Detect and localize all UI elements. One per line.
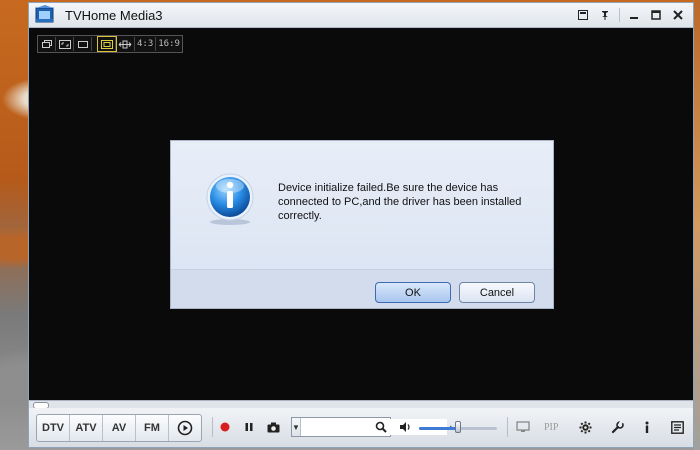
- fm-button[interactable]: FM: [136, 415, 169, 441]
- app-window: TVHome Media3 4:3 16:9 Device initialize…: [28, 2, 694, 448]
- source-selector: DTV ATV AV FM: [36, 414, 202, 442]
- desktop-edge: [694, 0, 700, 450]
- aspect-16-9-button[interactable]: 16:9: [156, 37, 182, 51]
- title-separator: [619, 8, 620, 22]
- minimize-icon[interactable]: [623, 6, 645, 24]
- tools-button[interactable]: [609, 419, 625, 435]
- aspect-4-3-button[interactable]: 4:3: [135, 37, 157, 51]
- maximize-icon[interactable]: [645, 6, 667, 24]
- search-button[interactable]: [373, 419, 389, 435]
- display-button[interactable]: [515, 419, 531, 435]
- info-small-icon: [645, 421, 649, 433]
- record-icon: [220, 422, 230, 432]
- dialog-message: Device initialize failed.Be sure the dev…: [278, 182, 522, 222]
- aspect-toolbar: 4:3 16:9: [37, 35, 183, 53]
- volume-thumb[interactable]: [455, 421, 461, 433]
- volume-button[interactable]: [397, 419, 413, 435]
- play-icon: [177, 420, 193, 436]
- window-controls: [572, 6, 689, 24]
- list-icon: [670, 420, 684, 434]
- speaker-icon: [399, 422, 410, 432]
- pause-icon: [245, 423, 253, 431]
- window-title: TVHome Media3: [65, 8, 163, 23]
- title-bar[interactable]: TVHome Media3: [29, 3, 693, 28]
- snapshot-button[interactable]: [265, 419, 281, 435]
- cancel-button[interactable]: Cancel: [459, 282, 535, 303]
- seek-bar[interactable]: [29, 400, 693, 409]
- control-separator: [212, 417, 213, 437]
- stretch-icon[interactable]: [116, 37, 135, 51]
- ok-button[interactable]: OK: [375, 282, 451, 303]
- gear-icon: [579, 421, 591, 433]
- av-button[interactable]: AV: [103, 415, 136, 441]
- pin-icon[interactable]: [594, 6, 616, 24]
- settings-button[interactable]: [577, 419, 593, 435]
- restore-view-icon[interactable]: [38, 37, 56, 51]
- volume-fill: [419, 427, 458, 430]
- search-icon: [375, 421, 387, 433]
- epg-button[interactable]: [669, 419, 685, 435]
- record-button[interactable]: [217, 419, 233, 435]
- wrench-icon: [611, 420, 624, 433]
- error-dialog: Device initialize failed.Be sure the dev…: [170, 140, 554, 309]
- dialog-body: Device initialize failed.Be sure the dev…: [171, 141, 553, 270]
- play-button[interactable]: [169, 415, 201, 441]
- atv-button[interactable]: ATV: [70, 415, 103, 441]
- app-logo-icon: [35, 5, 54, 23]
- camera-icon: [267, 422, 279, 432]
- fullscreen-icon[interactable]: [56, 37, 74, 51]
- original-size-icon[interactable]: [97, 36, 117, 52]
- info-button[interactable]: [639, 419, 655, 435]
- pause-button[interactable]: [241, 419, 257, 435]
- info-icon: [206, 173, 254, 225]
- control-separator: [507, 417, 508, 437]
- window-view-icon[interactable]: [74, 37, 92, 51]
- dtv-button[interactable]: DTV: [37, 415, 70, 441]
- channel-dropdown-icon[interactable]: ▼: [292, 418, 301, 436]
- monitor-icon: [516, 421, 530, 432]
- compact-mode-icon[interactable]: [572, 6, 594, 24]
- control-bar: DTV ATV AV FM ▼ ▲: [29, 408, 693, 447]
- pip-button[interactable]: PIP: [544, 422, 558, 433]
- close-icon[interactable]: [667, 6, 689, 24]
